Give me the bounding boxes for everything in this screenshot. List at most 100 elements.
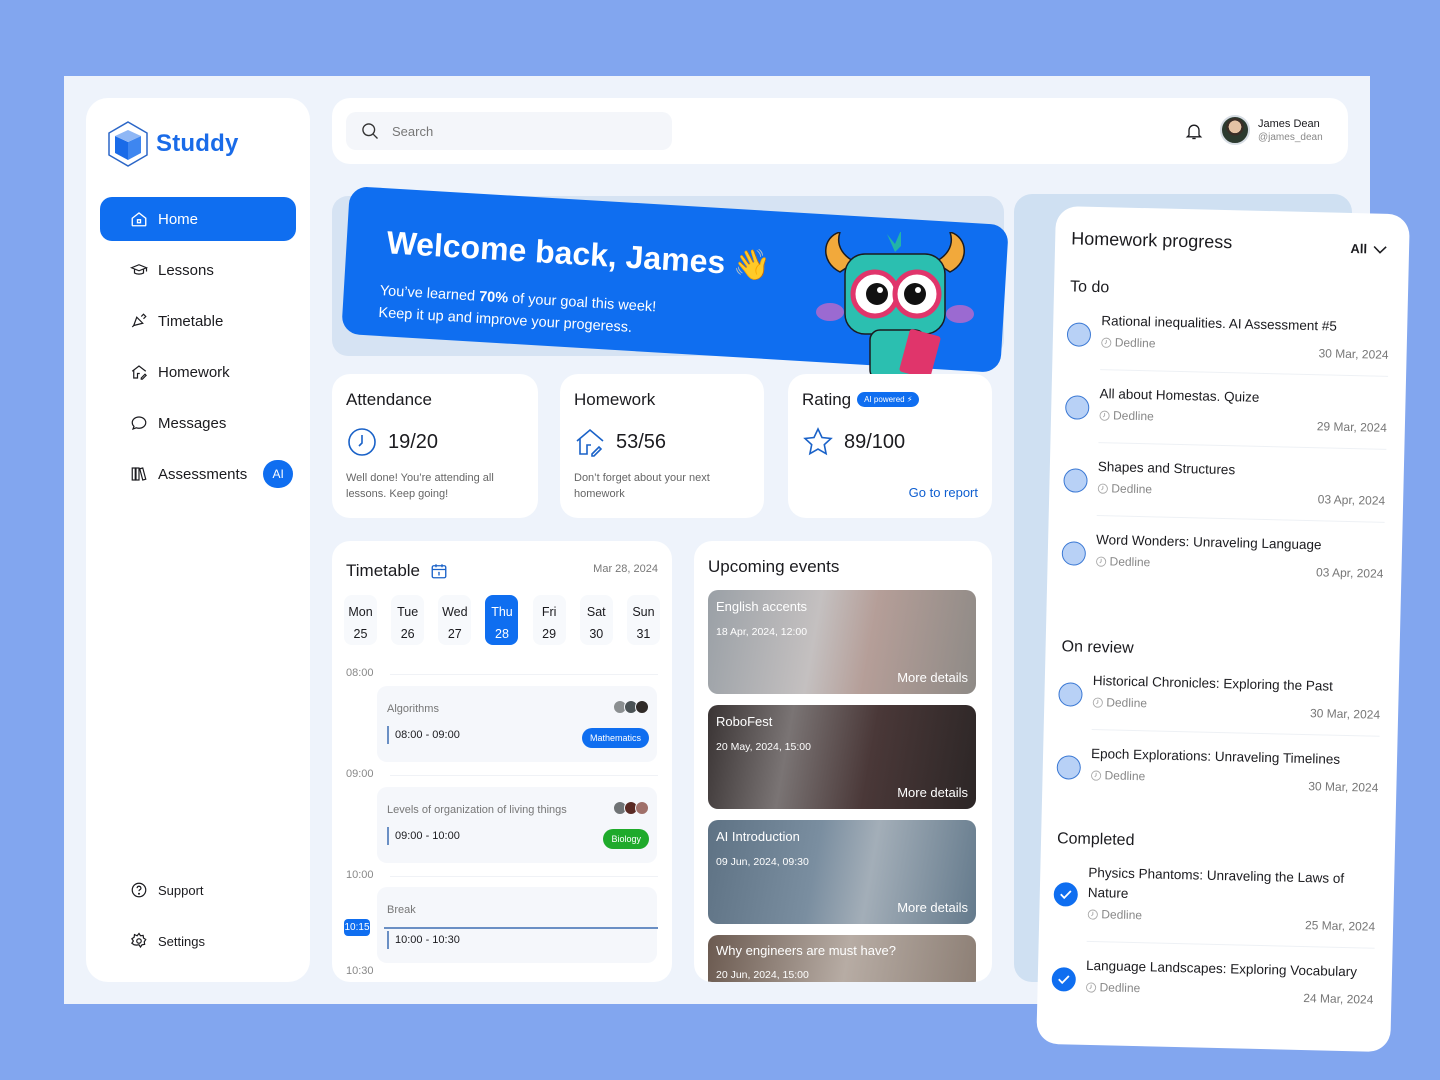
- hour-gridline: [390, 775, 658, 776]
- sidebar-bottom-nav: Support Settings: [100, 868, 296, 970]
- filter-dropdown[interactable]: All: [1350, 241, 1387, 257]
- hour-gridline: [390, 876, 658, 877]
- homework-value-row: 53/56: [574, 426, 666, 458]
- homework-name: All about Homestas. Quize: [1099, 386, 1260, 405]
- homework-item[interactable]: Language Landscapes: Exploring Vocabular…: [1051, 955, 1374, 1029]
- search-box[interactable]: [346, 112, 672, 150]
- lesson-name: Algorithms: [387, 703, 439, 715]
- day-tue[interactable]: Tue 26: [391, 595, 425, 645]
- homework-item[interactable]: All about Homestas. Quize Dedline 29 Mar, …: [1064, 383, 1387, 457]
- brand-name: Studdy: [156, 130, 239, 157]
- day-name: Mon: [348, 605, 373, 619]
- deadline-label: Dedline: [1101, 335, 1156, 350]
- timetable-card: Timetable Mar 28, 2024 Mon 25 Tue 26 Wed 27…: [332, 541, 672, 982]
- sidebar-item-label: Timetable: [158, 312, 224, 330]
- avatar: [1220, 115, 1250, 145]
- due-date: 30 Mar, 2024: [1308, 779, 1379, 795]
- sidebar-item-label: Home: [158, 210, 199, 228]
- homework-item[interactable]: Historical Chronicles: Exploring the Pas…: [1058, 670, 1381, 744]
- sidebar-item-label: Homework: [158, 363, 230, 381]
- sidebar-item-support[interactable]: Support: [100, 868, 296, 912]
- notification-bell-icon[interactable]: [1184, 120, 1204, 142]
- status-checkbox[interactable]: [1064, 395, 1090, 420]
- lesson-block[interactable]: Break 10:00 - 10:30: [377, 887, 657, 963]
- sidebar-item-lessons[interactable]: Lessons: [100, 248, 296, 292]
- homework-item[interactable]: Rational inequalities. AI Assessment #5 D…: [1066, 310, 1389, 384]
- day-sun[interactable]: Sun 31: [626, 595, 660, 645]
- due-date: 29 Mar, 2024: [1316, 419, 1388, 435]
- more-details-link[interactable]: More details: [897, 670, 968, 685]
- brand-logo[interactable]: Studdy: [106, 120, 239, 168]
- rating-value: 89/100: [844, 430, 906, 453]
- hour-label: 08:00: [346, 667, 374, 679]
- sidebar-item-home[interactable]: Home: [100, 197, 296, 241]
- homework-item[interactable]: Word Wonders: Unraveling Language Dedline…: [1061, 529, 1384, 603]
- event-card[interactable]: English accents 18 Apr, 2024, 12:00 More…: [708, 590, 976, 694]
- deadline-label: Dedline: [1099, 408, 1154, 423]
- search-input[interactable]: [392, 123, 652, 139]
- homework-name: Physics Phantoms: Unraveling the Laws of…: [1087, 864, 1345, 901]
- sidebar-item-label: Messages: [158, 414, 227, 432]
- user-profile[interactable]: James Dean @james_dean: [1220, 115, 1323, 145]
- day-name: Thu: [491, 605, 513, 619]
- lesson-block[interactable]: Algorithms 08:00 - 09:00 Mathematics: [377, 686, 657, 762]
- day-wed[interactable]: Wed 27: [438, 595, 472, 645]
- deadline-text: Dedline: [1099, 980, 1141, 996]
- day-number: 26: [400, 627, 415, 641]
- sidebar-item-label: Lessons: [158, 261, 214, 279]
- completed-check-icon[interactable]: [1053, 882, 1079, 907]
- sidebar-item-assessments[interactable]: Assessments AI: [100, 452, 296, 496]
- event-date: 20 May, 2024, 15:00: [716, 741, 811, 753]
- status-checkbox[interactable]: [1058, 682, 1083, 707]
- status-checkbox[interactable]: [1061, 541, 1087, 566]
- homework-description: Don’t forget about your next homework: [574, 472, 710, 500]
- lesson-name: Levels of organization of living things: [387, 804, 567, 816]
- upcoming-events-card: Upcoming events English accents 18 Apr, …: [694, 541, 992, 982]
- status-checkbox[interactable]: [1066, 322, 1092, 347]
- deadline-text: Dedline: [1114, 335, 1156, 351]
- sidebar-item-timetable[interactable]: Timetable: [100, 299, 296, 343]
- homework-item[interactable]: Shapes and Structures Dedline 03 Apr, 2024: [1063, 456, 1386, 530]
- day-thu[interactable]: Thu 28: [485, 595, 519, 645]
- day-sat[interactable]: Sat 30: [579, 595, 613, 645]
- event-card[interactable]: AI Introduction 09 Jun, 2024, 09:30 More…: [708, 820, 976, 924]
- due-date: 03 Apr, 2024: [1317, 492, 1386, 508]
- more-details-link[interactable]: More details: [897, 785, 968, 800]
- go-to-report-link[interactable]: Go to report: [909, 485, 978, 500]
- status-checkbox[interactable]: [1056, 755, 1082, 780]
- timetable-title: Timetable: [346, 561, 421, 580]
- event-date: 09 Jun, 2024, 09:30: [716, 856, 809, 868]
- sidebar-item-messages[interactable]: Messages: [100, 401, 296, 445]
- participants-avatars: [613, 801, 649, 815]
- homework-item[interactable]: Epoch Explorations: Unraveling Timelines…: [1056, 743, 1379, 817]
- day-name: Fri: [541, 605, 557, 619]
- deadline-text: Dedline: [1111, 481, 1153, 497]
- chevron-down-icon: [1373, 245, 1387, 254]
- ai-powered-badge: AI powered ⚡: [857, 392, 920, 407]
- lesson-time: 09:00 - 10:00: [387, 827, 460, 845]
- day-name: Tue: [397, 605, 419, 619]
- rating-value-row: 89/100: [802, 426, 905, 458]
- graduation-cap-icon: [130, 261, 148, 279]
- day-fri[interactable]: Fri 29: [532, 595, 566, 645]
- sidebar-item-settings[interactable]: Settings: [100, 919, 296, 963]
- deadline-label: Dedline: [1090, 768, 1145, 783]
- event-card[interactable]: Why engineers are must have? 20 Jun, 202…: [708, 935, 976, 982]
- due-date: 25 Mar, 2024: [1304, 918, 1376, 934]
- completed-check-icon[interactable]: [1051, 967, 1077, 992]
- ai-badge: AI: [263, 460, 294, 488]
- calendar-icon[interactable]: [430, 562, 448, 580]
- homework-item[interactable]: Physics Phantoms: Unraveling the Laws of…: [1053, 862, 1376, 949]
- clock-icon: [1092, 697, 1103, 708]
- sidebar-item-homework[interactable]: Homework: [100, 350, 296, 394]
- more-details-link[interactable]: More details: [897, 900, 968, 915]
- status-checkbox[interactable]: [1063, 468, 1088, 493]
- day-name: Sun: [632, 605, 655, 619]
- day-mon[interactable]: Mon 25: [344, 595, 377, 645]
- attendance-title: Attendance: [346, 390, 433, 409]
- homework-name: Language Landscapes: Exploring Vocabular…: [1085, 957, 1358, 980]
- star-icon: [803, 427, 833, 456]
- event-card[interactable]: RoboFest 20 May, 2024, 15:00 More detail…: [708, 705, 976, 809]
- lesson-block[interactable]: Levels of organization of living things …: [377, 787, 657, 863]
- clock-icon: [1086, 982, 1097, 993]
